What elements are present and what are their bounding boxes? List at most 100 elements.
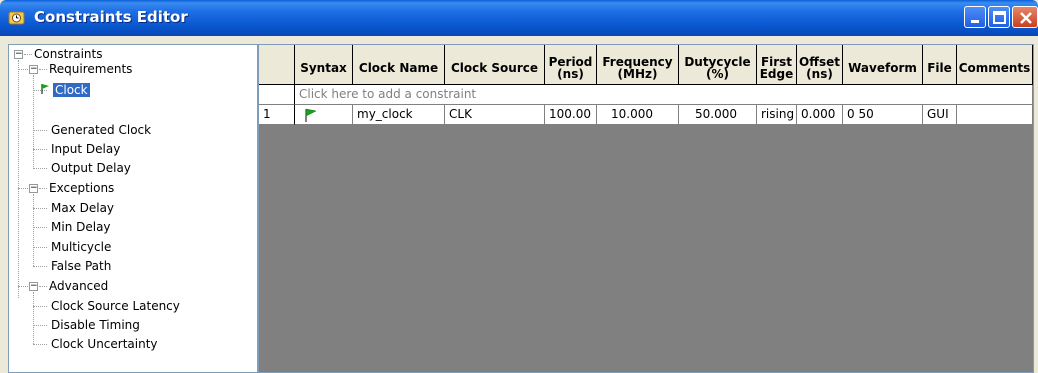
tree-connector xyxy=(33,149,47,150)
tree-node-label: Disable Timing xyxy=(51,318,140,332)
tree-item-clock[interactable]: Clock xyxy=(53,82,90,99)
column-header-clock-name[interactable]: Clock Name xyxy=(353,45,445,85)
collapse-requirements-icon[interactable]: − xyxy=(29,65,38,74)
dutycycle-cell[interactable]: 50.000 xyxy=(679,105,757,125)
column-header-frequency[interactable]: Frequency (MHz) xyxy=(597,45,679,85)
frequency-cell[interactable]: 10.000 xyxy=(597,105,679,125)
column-header-comments[interactable]: Comments xyxy=(957,45,1033,85)
maximize-button[interactable] xyxy=(988,6,1010,28)
tree-connector xyxy=(33,208,47,209)
constraints-editor-window: Constraints Editor − Constraints − Requi… xyxy=(0,0,1038,373)
clock-name-cell[interactable]: my_clock xyxy=(353,105,445,125)
window-title: Constraints Editor xyxy=(34,8,188,26)
tree-connector xyxy=(33,194,34,266)
close-button[interactable] xyxy=(1012,6,1038,28)
tree-item-input-delay[interactable]: Input Delay xyxy=(51,141,120,158)
column-header-dutycycle[interactable]: Dutycycle (%) xyxy=(679,45,757,85)
column-header-label: Waveform xyxy=(848,61,917,75)
tree-node-label: Output Delay xyxy=(51,161,131,175)
first-edge-cell[interactable]: rising xyxy=(757,105,797,125)
column-header-unit: (%) xyxy=(706,67,729,81)
tree-item-clock-source-latency[interactable]: Clock Source Latency xyxy=(51,298,180,315)
row-number xyxy=(259,85,295,105)
tree-connector xyxy=(39,188,47,189)
tree-node-label: Clock Uncertainty xyxy=(51,337,158,351)
column-header-offset[interactable]: Offset (ns) xyxy=(797,45,843,85)
tree-node-label: Min Delay xyxy=(51,220,111,234)
syntax-cell[interactable] xyxy=(295,105,353,125)
offset-cell[interactable]: 0.000 xyxy=(797,105,843,125)
tree-item-multicycle[interactable]: Multicycle xyxy=(51,239,111,256)
period-cell[interactable]: 100.00 xyxy=(545,105,597,125)
column-header-label: Clock Source xyxy=(450,61,539,75)
tree-item-max-delay[interactable]: Max Delay xyxy=(51,200,114,217)
tree-node-label: False Path xyxy=(51,259,112,273)
tree-item-min-delay[interactable]: Min Delay xyxy=(51,219,111,236)
column-header-syntax[interactable]: Syntax xyxy=(295,45,353,85)
close-icon xyxy=(1020,12,1032,24)
constraints-table[interactable]: Syntax Clock Name Clock Source Period (ns… xyxy=(258,44,1034,373)
column-header-unit: (ns) xyxy=(557,67,584,81)
clock-source-cell[interactable]: CLK xyxy=(445,105,545,125)
tree-connector xyxy=(33,292,34,344)
row-number[interactable]: 1 xyxy=(259,105,295,125)
waveform-cell[interactable]: 0 50 xyxy=(843,105,923,125)
table-header: Syntax Clock Name Clock Source Period (ns… xyxy=(259,45,1033,85)
tree-node-label: Clock Source Latency xyxy=(51,299,180,313)
column-header-label: Syntax xyxy=(300,61,347,75)
tree-item-clock-uncertainty[interactable]: Clock Uncertainty xyxy=(51,336,158,353)
collapse-exceptions-icon[interactable]: − xyxy=(29,184,38,193)
column-header-label: Comments xyxy=(958,61,1031,75)
tree-connector xyxy=(33,168,47,169)
tree-connector xyxy=(33,227,47,228)
collapse-root-icon[interactable]: − xyxy=(14,50,23,59)
column-header-rownum[interactable] xyxy=(259,45,295,85)
tree-node-exceptions[interactable]: Exceptions xyxy=(49,180,114,197)
tree-connector xyxy=(33,306,47,307)
green-flag-icon xyxy=(305,108,317,122)
tree-item-disable-timing[interactable]: Disable Timing xyxy=(51,317,140,334)
tree-connector xyxy=(33,130,47,131)
tree-item-output-delay[interactable]: Output Delay xyxy=(51,160,131,177)
tree-node-label: Input Delay xyxy=(51,142,121,156)
add-constraint-row[interactable]: Click here to add a constraint xyxy=(259,85,1033,105)
tree-node-label: Generated Clock xyxy=(51,123,152,137)
column-header-period[interactable]: Period (ns) xyxy=(545,45,597,85)
tree-connector xyxy=(33,266,47,267)
title-bar[interactable]: Constraints Editor xyxy=(0,0,1038,36)
tree-item-false-path[interactable]: False Path xyxy=(51,258,111,275)
column-header-waveform[interactable]: Waveform xyxy=(843,45,923,85)
tree-connector xyxy=(18,60,19,298)
collapse-advanced-icon[interactable]: − xyxy=(29,282,38,291)
tree-connector xyxy=(24,54,32,55)
column-header-unit: (ns) xyxy=(806,67,833,81)
minimize-icon xyxy=(971,20,979,23)
column-header-unit: (MHz) xyxy=(617,67,658,81)
constraints-tree[interactable]: − Constraints − Requirements Clock Gener… xyxy=(8,44,258,373)
maximize-icon xyxy=(993,11,1006,24)
flag-icon xyxy=(41,84,49,94)
tree-node-label: Multicycle xyxy=(51,240,112,254)
tree-node-label: Clock xyxy=(53,83,90,97)
column-header-clock-source[interactable]: Clock Source xyxy=(445,45,545,85)
tree-node-label: Requirements xyxy=(49,62,133,76)
client-area: − Constraints − Requirements Clock Gener… xyxy=(4,36,1034,373)
tree-node-advanced[interactable]: Advanced xyxy=(49,278,108,295)
column-header-label: File xyxy=(927,61,952,75)
comments-cell[interactable] xyxy=(957,105,1033,125)
tree-node-label: Advanced xyxy=(49,279,109,293)
file-cell[interactable]: GUI xyxy=(923,105,957,125)
tree-item-generated-clock[interactable]: Generated Clock xyxy=(51,122,151,139)
tree-node-label: Exceptions xyxy=(49,181,115,195)
tree-node-label: Constraints xyxy=(34,47,103,61)
tree-connector xyxy=(33,325,47,326)
minimize-button[interactable] xyxy=(964,6,986,28)
tree-node-requirements[interactable]: Requirements xyxy=(49,61,132,78)
app-icon xyxy=(8,11,25,25)
add-constraint-prompt[interactable]: Click here to add a constraint xyxy=(295,85,1033,105)
column-header-unit: Edge xyxy=(759,67,794,81)
table-row[interactable]: 1 my_clock CLK 100.00 10.000 50.000 risi… xyxy=(259,105,1033,125)
column-header-file[interactable]: File xyxy=(923,45,957,85)
column-header-first-edge[interactable]: First Edge xyxy=(757,45,797,85)
tree-connector xyxy=(39,286,47,287)
